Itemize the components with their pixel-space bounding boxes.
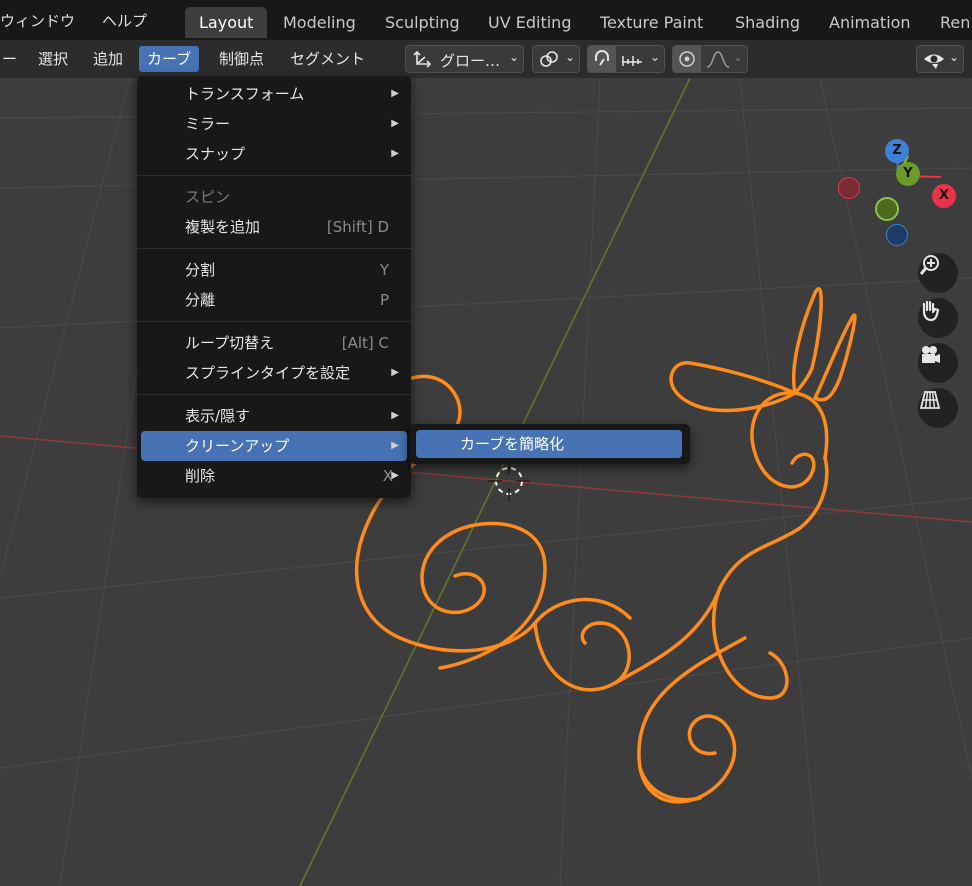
tab-sculpting[interactable]: Sculpting [371,7,474,38]
menu-item-label: 分離 [185,291,216,309]
curve-object [354,287,857,804]
menu-item-transform[interactable]: トランスフォーム ▶ [141,79,407,109]
snap-group: ⌄ [587,45,665,73]
submenu-arrow-icon: ▶ [391,440,399,451]
tab-shading[interactable]: Shading [721,7,814,38]
menu-item-set-spline-type[interactable]: スプラインタイプを設定 ▶ [141,358,407,388]
menu-item-label: 削除 [185,467,216,485]
header-menu-control-points[interactable]: 制御点 [211,46,272,72]
orientation-label: グロー… [440,52,501,70]
proportional-edit-icon [679,51,695,67]
perspective-toggle-button[interactable] [918,388,958,428]
link-pivot-icon [540,51,558,67]
tab-texture-paint[interactable]: Texture Paint [586,7,717,38]
gizmo-z[interactable]: Z [885,139,909,163]
tab-modeling[interactable]: Modeling [269,7,370,38]
chevron-down-icon: ⌄ [509,50,520,64]
submenu-arrow-icon: ▶ [391,410,399,421]
gizmo-y[interactable]: Y [896,162,920,186]
pan-button[interactable] [918,298,958,338]
header-menu-segments[interactable]: セグメント [282,46,373,72]
menu-item-add-duplicate[interactable]: 複製を追加 [Shift] D [141,212,407,242]
menu-item-label: ミラー [185,115,231,133]
menu-item-clean-up[interactable]: クリーンアップ ▶ [141,431,407,461]
hand-icon [922,300,940,322]
menu-item-spin: スピン [141,182,407,212]
camera-view-button[interactable] [918,343,958,383]
menu-item-shortcut: P [379,291,389,309]
submenu-arrow-icon: ▶ [391,148,399,159]
camera-icon [922,346,940,363]
submenu-arrow-icon: ▶ [391,118,399,129]
gizmo-neg-x[interactable] [838,177,860,199]
submenu-arrow-icon: ▶ [391,367,399,378]
header-menu-curve[interactable]: カーブ [139,46,200,72]
menu-item-label: クリーンアップ [185,437,290,455]
zoom-icon [919,255,939,275]
gizmo-neg-z[interactable] [886,224,908,246]
gizmo-x[interactable]: X [932,184,956,208]
menu-item-label: スプラインタイプを設定 [185,364,351,382]
chevron-down-icon: ⌄ [565,50,576,64]
header-menu-select[interactable]: 選択 [30,46,76,72]
menu-separator [137,321,411,322]
zoom-button[interactable] [918,253,958,293]
menu-item-snap[interactable]: スナップ ▶ [141,139,407,169]
menu-separator [137,248,411,249]
chevron-down-icon: ⌄ [949,50,960,64]
menu-item-delete[interactable]: 削除 X ▶ [141,461,407,491]
menu-item-decimate-curve[interactable]: カーブを簡略化 [416,430,682,458]
eye-icon [924,54,944,69]
menu-item-shortcut: Y [379,261,389,279]
proportional-edit-group: ⌄ [672,45,748,73]
viewport-header: ー 選択 追加 カーブ 制御点 セグメント グロー… ⌄ ⌄ ⌄ ⌄ ⌄ [0,40,972,78]
menu-separator [137,394,411,395]
grid-perspective-icon [919,391,941,409]
tab-uv-editing[interactable]: UV Editing [474,7,585,38]
menu-item-label: スピン [185,188,231,206]
menu-item-shortcut: [Alt] C [341,334,389,352]
transform-orientation-dropdown[interactable]: グロー… ⌄ [405,45,524,73]
snap-toggle[interactable] [588,46,616,72]
chevron-down-icon: ⌄ [650,50,661,64]
menu-item-split[interactable]: 分割 Y [141,255,407,285]
tab-rendering[interactable]: Ren [926,7,972,38]
top-bar: ウィンドウ ヘルプ Layout Modeling Sculpting UV E… [0,0,972,40]
clean-up-submenu: カーブを簡略化 [410,424,690,464]
menu-item-show-hide[interactable]: 表示/隠す ▶ [141,401,407,431]
menu-item-label: 複製を追加 [185,218,261,236]
menu-separator [137,175,411,176]
chevron-down-icon: ⌄ [733,50,744,64]
menu-item-label: ループ切替え [185,334,275,352]
menu-item-mirror[interactable]: ミラー ▶ [141,109,407,139]
menu-item-shortcut: [Shift] D [326,218,389,236]
menu-item-label: カーブを簡略化 [460,435,565,453]
header-menu-mode[interactable]: ー [0,46,25,72]
tab-animation[interactable]: Animation [815,7,925,38]
curve-menu: トランスフォーム ▶ ミラー ▶ スナップ ▶ スピン 複製を追加 [Shift… [137,76,411,498]
snap-increment-icon [622,56,642,66]
menu-help[interactable]: ヘルプ [102,10,147,31]
gizmo-neg-y[interactable] [875,197,899,221]
proportional-edit-toggle[interactable] [673,46,701,72]
falloff-curve-icon[interactable] [705,49,731,69]
pivot-point-dropdown[interactable]: ⌄ [532,45,580,73]
menu-item-separate[interactable]: 分離 P [141,285,407,315]
tab-layout[interactable]: Layout [185,7,268,38]
menu-item-label: トランスフォーム [185,85,305,103]
magnet-icon [595,50,609,66]
header-menu-add[interactable]: 追加 [85,46,131,72]
submenu-arrow-icon: ▶ [391,88,399,99]
menu-item-toggle-cyclic[interactable]: ループ切替え [Alt] C [141,328,407,358]
menu-item-label: スナップ [185,145,246,163]
orientation-axes-icon [413,50,432,68]
menu-item-label: 表示/隠す [185,407,251,425]
visibility-dropdown[interactable]: ⌄ [916,45,964,73]
menu-item-label: 分割 [185,261,216,279]
menu-window[interactable]: ウィンドウ [0,10,75,31]
navigation-gizmo[interactable]: Z Y X [836,136,966,256]
submenu-arrow-icon: ▶ [391,470,399,481]
